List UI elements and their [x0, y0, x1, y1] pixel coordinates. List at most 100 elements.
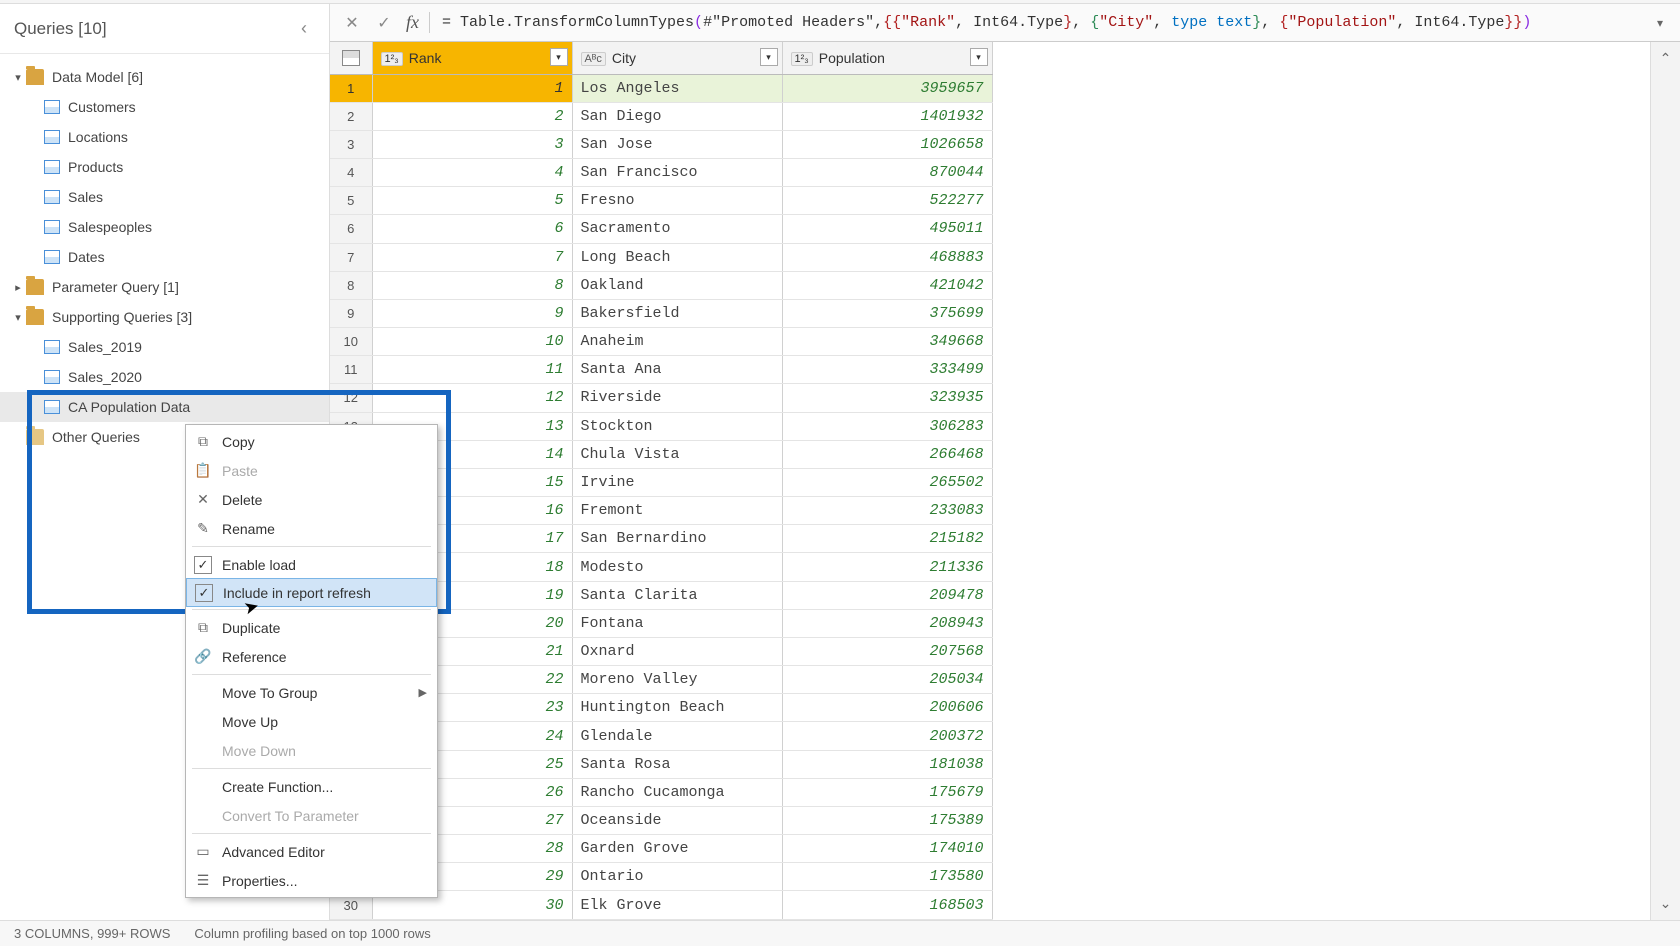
table-row[interactable]: 77Long Beach468883	[330, 243, 992, 271]
cell-population[interactable]: 870044	[782, 159, 992, 187]
query-ca-population-data[interactable]: CA Population Data	[0, 392, 329, 422]
menu-advanced-editor[interactable]: ▭Advanced Editor	[186, 837, 437, 866]
commit-formula-icon[interactable]: ✓	[368, 9, 400, 37]
table-row[interactable]: 88Oakland421042	[330, 271, 992, 299]
cell-rank[interactable]: 5	[372, 187, 572, 215]
cell-city[interactable]: San Diego	[572, 102, 782, 130]
cell-city[interactable]: Ontario	[572, 863, 782, 891]
cell-city[interactable]: San Bernardino	[572, 525, 782, 553]
row-number[interactable]: 8	[330, 271, 372, 299]
table-row[interactable]: 22San Diego1401932	[330, 102, 992, 130]
table-row[interactable]: 99Bakersfield375699	[330, 299, 992, 327]
cell-city[interactable]: Santa Ana	[572, 356, 782, 384]
table-row[interactable]: 55Fresno522277	[330, 187, 992, 215]
cancel-formula-icon[interactable]: ✕	[336, 9, 368, 37]
cell-population[interactable]: 3959657	[782, 74, 992, 102]
table-row[interactable]: 66Sacramento495011	[330, 215, 992, 243]
grid-corner[interactable]	[330, 42, 372, 74]
cell-population[interactable]: 175389	[782, 806, 992, 834]
row-number[interactable]: 5	[330, 187, 372, 215]
column-filter-icon[interactable]: ▾	[970, 48, 988, 66]
cell-population[interactable]: 168503	[782, 891, 992, 920]
cell-population[interactable]: 1401932	[782, 102, 992, 130]
row-number[interactable]: 4	[330, 159, 372, 187]
cell-city[interactable]: Huntington Beach	[572, 694, 782, 722]
cell-population[interactable]: 174010	[782, 835, 992, 863]
cell-population[interactable]: 200606	[782, 694, 992, 722]
cell-city[interactable]: Oxnard	[572, 637, 782, 665]
cell-city[interactable]: Irvine	[572, 468, 782, 496]
menu-reference[interactable]: 🔗Reference	[186, 642, 437, 671]
menu-create-function[interactable]: Create Function...	[186, 772, 437, 801]
row-number[interactable]: 10	[330, 328, 372, 356]
cell-population[interactable]: 522277	[782, 187, 992, 215]
cell-city[interactable]: Chula Vista	[572, 440, 782, 468]
column-filter-icon[interactable]: ▾	[760, 48, 778, 66]
cell-population[interactable]: 265502	[782, 468, 992, 496]
cell-population[interactable]: 207568	[782, 637, 992, 665]
folder-supporting-queries[interactable]: ▾ Supporting Queries [3]	[0, 302, 329, 332]
cell-city[interactable]: Elk Grove	[572, 891, 782, 920]
row-number[interactable]: 2	[330, 102, 372, 130]
scroll-up-icon[interactable]: ⌃	[1660, 50, 1672, 67]
cell-city[interactable]: Bakersfield	[572, 299, 782, 327]
cell-rank[interactable]: 2	[372, 102, 572, 130]
cell-city[interactable]: San Francisco	[572, 159, 782, 187]
menu-delete[interactable]: ✕Delete	[186, 485, 437, 514]
table-row[interactable]: 1212Riverside323935	[330, 384, 992, 412]
cell-city[interactable]: Rancho Cucamonga	[572, 778, 782, 806]
cell-city[interactable]: Stockton	[572, 412, 782, 440]
cell-rank[interactable]: 3	[372, 130, 572, 158]
cell-population[interactable]: 266468	[782, 440, 992, 468]
cell-population[interactable]: 349668	[782, 328, 992, 356]
query-locations[interactable]: Locations	[0, 122, 329, 152]
cell-population[interactable]: 495011	[782, 215, 992, 243]
cell-population[interactable]: 173580	[782, 863, 992, 891]
cell-population[interactable]: 233083	[782, 497, 992, 525]
vertical-scrollbar[interactable]: ⌃ ⌄	[1650, 42, 1680, 920]
menu-move-to-group[interactable]: Move To Group▶	[186, 678, 437, 707]
menu-properties[interactable]: ☰Properties...	[186, 866, 437, 895]
cell-city[interactable]: Fontana	[572, 609, 782, 637]
cell-population[interactable]: 375699	[782, 299, 992, 327]
fx-icon[interactable]: fx	[400, 12, 430, 33]
cell-city[interactable]: Los Angeles	[572, 74, 782, 102]
cell-city[interactable]: Fresno	[572, 187, 782, 215]
cell-population[interactable]: 1026658	[782, 130, 992, 158]
menu-move-up[interactable]: Move Up	[186, 707, 437, 736]
cell-rank[interactable]: 6	[372, 215, 572, 243]
menu-enable-load[interactable]: ✓Enable load	[186, 550, 437, 579]
cell-population[interactable]: 306283	[782, 412, 992, 440]
cell-city[interactable]: Garden Grove	[572, 835, 782, 863]
cell-rank[interactable]: 4	[372, 159, 572, 187]
cell-population[interactable]: 209478	[782, 581, 992, 609]
folder-parameter-query[interactable]: ▸ Parameter Query [1]	[0, 272, 329, 302]
cell-population[interactable]: 333499	[782, 356, 992, 384]
cell-city[interactable]: Long Beach	[572, 243, 782, 271]
menu-copy[interactable]: ⧉Copy	[186, 427, 437, 456]
cell-population[interactable]: 421042	[782, 271, 992, 299]
cell-rank[interactable]: 1	[372, 74, 572, 102]
cell-rank[interactable]: 9	[372, 299, 572, 327]
row-number[interactable]: 7	[330, 243, 372, 271]
query-sales[interactable]: Sales	[0, 182, 329, 212]
cell-population[interactable]: 468883	[782, 243, 992, 271]
query-dates[interactable]: Dates	[0, 242, 329, 272]
query-sales-2019[interactable]: Sales_2019	[0, 332, 329, 362]
cell-city[interactable]: San Jose	[572, 130, 782, 158]
cell-city[interactable]: Anaheim	[572, 328, 782, 356]
column-header-rank[interactable]: 1²₃Rank ▾	[372, 42, 572, 74]
cell-population[interactable]: 211336	[782, 553, 992, 581]
column-header-population[interactable]: 1²₃Population ▾	[782, 42, 992, 74]
cell-city[interactable]: Oceanside	[572, 806, 782, 834]
formula-input[interactable]: = Table.TransformColumnTypes(#"Promoted …	[432, 14, 1646, 31]
cell-city[interactable]: Fremont	[572, 497, 782, 525]
cell-rank[interactable]: 8	[372, 271, 572, 299]
collapse-panel-icon[interactable]: ‹	[293, 14, 315, 43]
column-header-city[interactable]: AᴮcCity ▾	[572, 42, 782, 74]
cell-population[interactable]: 175679	[782, 778, 992, 806]
row-number[interactable]: 6	[330, 215, 372, 243]
table-row[interactable]: 1010Anaheim349668	[330, 328, 992, 356]
cell-population[interactable]: 200372	[782, 722, 992, 750]
cell-city[interactable]: Riverside	[572, 384, 782, 412]
